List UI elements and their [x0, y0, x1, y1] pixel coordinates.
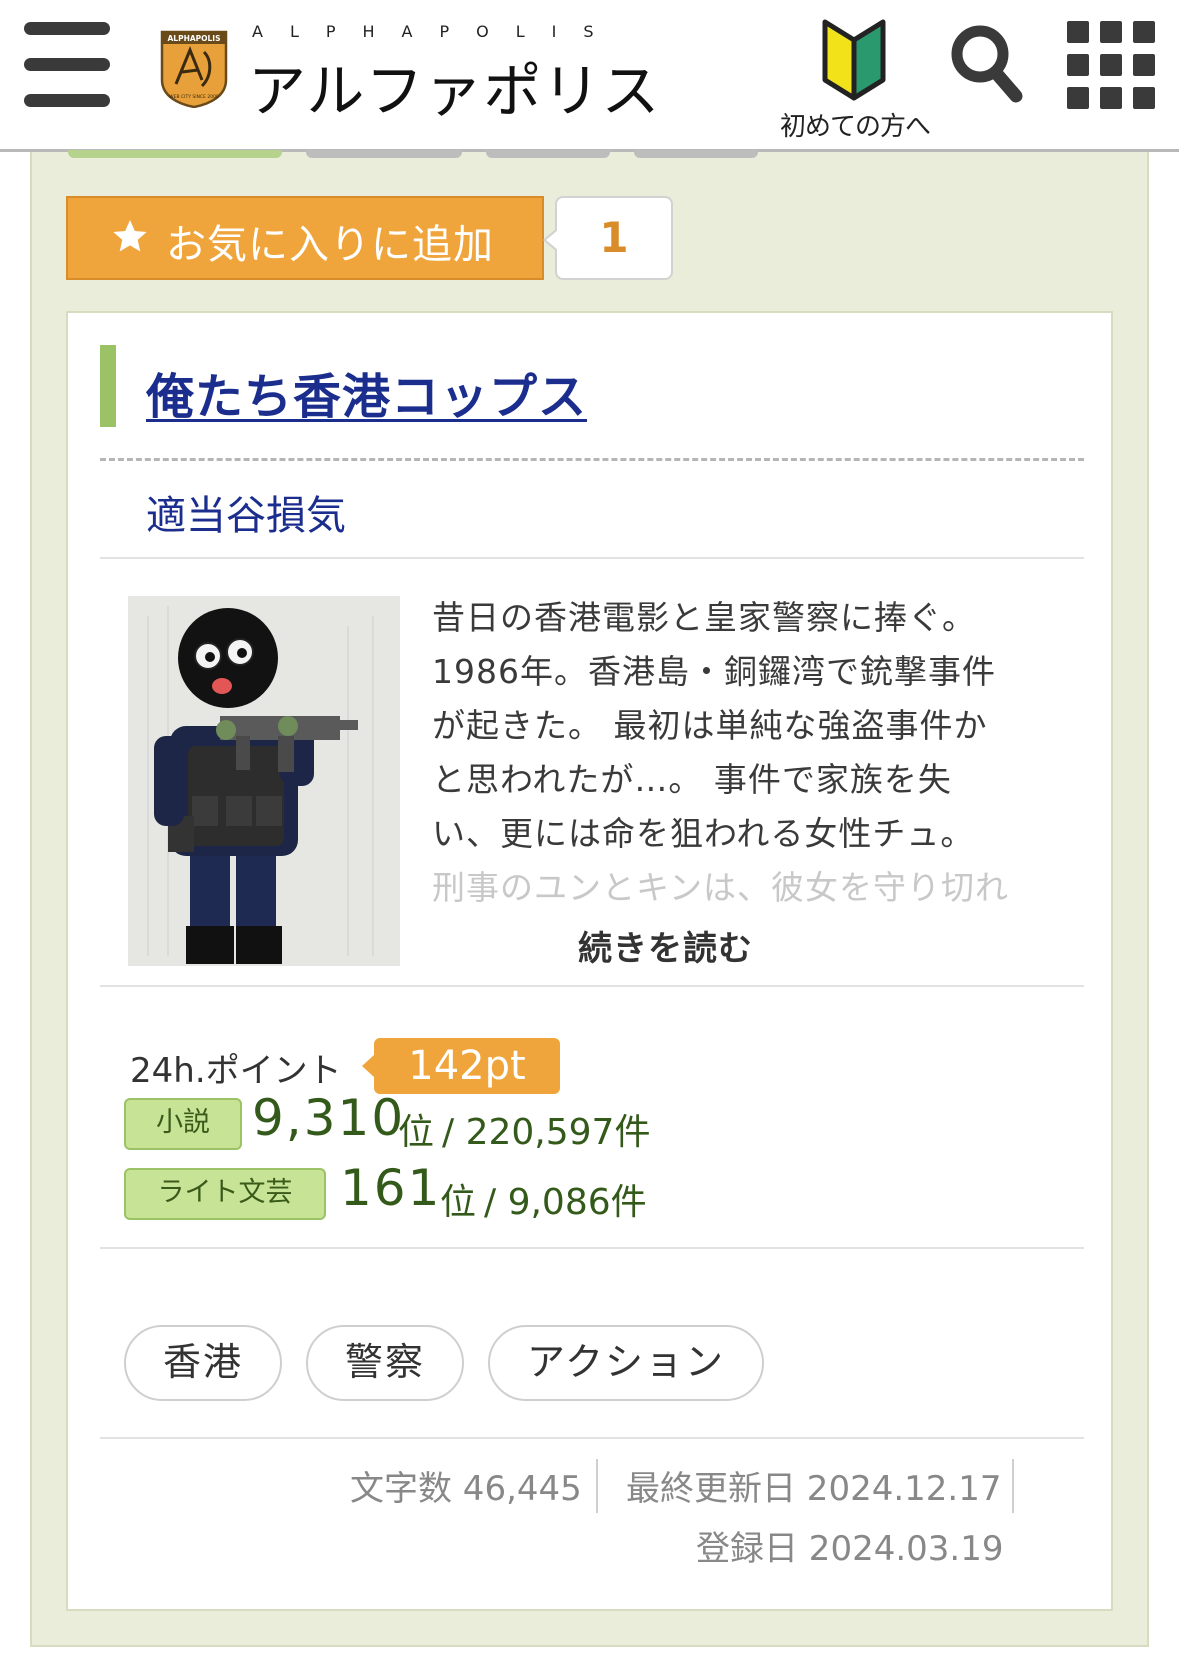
add-favorite-button[interactable]: お気に入りに追加 — [66, 196, 544, 280]
logo-badge-text: ALPHAPOLIS — [167, 34, 220, 43]
logo-ja-text: アルファポリス — [248, 57, 661, 125]
synopsis-line: と思われたが…。 事件で家族を失 — [432, 760, 952, 799]
novel-title[interactable]: 俺たち香港コップス — [146, 357, 587, 427]
synopsis-line: い、更には命を狙われる女性チュ。 — [432, 814, 975, 853]
char-count: 文字数 46,445 — [350, 1469, 582, 1509]
tag-action[interactable]: アクション — [488, 1325, 764, 1401]
logo-badge-sub: WEB CITY SINCE 2000 — [169, 94, 219, 100]
registered-date: 登録日 2024.03.19 — [696, 1529, 1004, 1569]
ranking-number: 9,310 — [252, 1089, 406, 1147]
add-favorite-label: お気に入りに追加 — [166, 222, 494, 268]
meta-separator — [1012, 1459, 1014, 1513]
ranking-unit: 位 — [398, 1112, 435, 1153]
synopsis-line: 昔日の香港電影と皇家警察に捧ぐ。 — [432, 598, 976, 637]
author-link[interactable]: 適当谷損気 — [146, 483, 346, 541]
last-updated: 最終更新日 2024.12.17 — [626, 1469, 1002, 1509]
menu-icon[interactable] — [24, 22, 110, 107]
search-button[interactable] — [948, 20, 1024, 110]
ranking-category-tag[interactable]: ライト文芸 — [124, 1168, 326, 1220]
divider — [100, 985, 1084, 987]
meta-separator — [596, 1459, 598, 1513]
title-accent-bar — [100, 345, 116, 427]
divider — [100, 1247, 1084, 1249]
points-badge: 142pt — [362, 1038, 560, 1094]
beginner-guide-label: 初めての方へ — [779, 112, 931, 142]
cover-image[interactable] — [128, 596, 400, 966]
favorite-count: 1 — [543, 196, 673, 280]
synopsis-line-faded: 刑事のユンとキンは、彼女を守り切れ — [432, 868, 1010, 907]
grid-menu-button[interactable] — [1067, 21, 1155, 109]
star-icon — [113, 220, 147, 252]
divider — [100, 557, 1084, 559]
ranking-category-tag[interactable]: 小説 — [124, 1098, 242, 1150]
tag-hongkong[interactable]: 香港 — [124, 1325, 282, 1401]
ranking-total: / 220,597件 — [442, 1112, 651, 1153]
ranking-unit: 位 — [440, 1182, 477, 1223]
beginner-guide-button[interactable]: 初めての方へ — [775, 18, 935, 142]
novel-card: 俺たち香港コップス 適当谷損気 昔日の香港電影と皇家警察に捧ぐ。 1986年。香… — [66, 311, 1113, 1611]
tag-police[interactable]: 警察 — [306, 1325, 464, 1401]
cover-illustration — [128, 596, 400, 966]
title-divider — [100, 458, 1084, 461]
synopsis-line: 1986年。香港島・銅鑼湾で銃撃事件 — [432, 652, 996, 691]
site-header: ALPHAPOLIS WEB CITY SINCE 2000 ALPHAPOLI… — [0, 0, 1179, 152]
synopsis-line: が起きた。 最初は単純な強盗事件か — [432, 706, 988, 745]
ranking-number: 161 — [340, 1159, 442, 1217]
logo-en-text: ALPHAPOLIS — [252, 22, 621, 41]
read-more-button[interactable]: 続きを読む — [578, 921, 753, 970]
synopsis: 昔日の香港電影と皇家警察に捧ぐ。 1986年。香港島・銅鑼湾で銃撃事件 が起きた… — [432, 591, 1052, 915]
search-icon — [951, 25, 1023, 103]
logo-badge-icon: ALPHAPOLIS WEB CITY SINCE 2000 — [160, 30, 228, 108]
beginner-mark-icon — [822, 19, 886, 101]
ranking-total: / 9,086件 — [484, 1182, 647, 1223]
points-label: 24h.ポイント — [130, 1051, 342, 1091]
site-logo[interactable]: ALPHAPOLIS WEB CITY SINCE 2000 ALPHAPOLI… — [160, 22, 659, 125]
divider — [100, 1437, 1084, 1439]
